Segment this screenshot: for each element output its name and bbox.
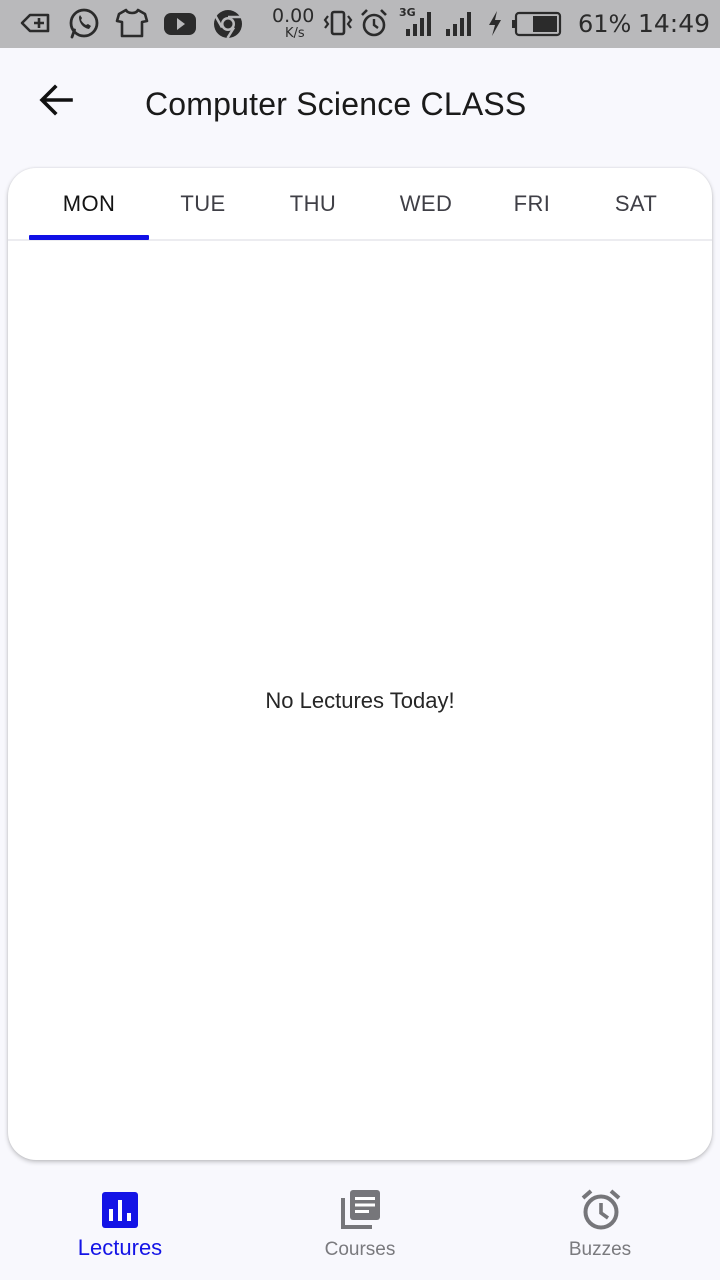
nav-courses[interactable]: Courses — [240, 1168, 480, 1280]
nav-lectures-label: Lectures — [77, 1235, 163, 1260]
tab-mon[interactable]: MON — [28, 168, 150, 239]
active-tab-indicator — [29, 235, 149, 240]
tab-thu[interactable]: THU — [258, 168, 368, 239]
tab-wed[interactable]: WED — [368, 168, 484, 239]
lectures-card: MON TUE THU WED FRI SAT No Lectures Toda… — [8, 168, 712, 1160]
youtube-icon — [162, 6, 198, 45]
battery-percent: 61% — [578, 10, 632, 38]
nav-courses-label: Courses — [324, 1239, 396, 1260]
back-button[interactable] — [28, 74, 84, 130]
tshirt-icon — [114, 6, 150, 45]
alarm-clock-icon — [580, 1188, 621, 1230]
status-bar: 0.00 K/s 3G 61% 14:49 — [0, 0, 720, 48]
signal-icon — [442, 4, 474, 45]
network-speed-unit: K/s — [285, 26, 305, 41]
tab-fri[interactable]: FRI — [484, 168, 580, 239]
whatsapp-icon — [66, 6, 102, 47]
clock-time: 14:49 — [638, 9, 711, 38]
arrow-left-icon — [36, 80, 76, 125]
empty-state-message: No Lectures Today! — [265, 688, 455, 713]
alarm-icon — [358, 6, 390, 45]
vibrate-icon — [322, 6, 354, 45]
chrome-icon — [210, 6, 246, 47]
battery-icon — [508, 6, 564, 45]
bottom-navigation: Lectures Courses Buzzes — [0, 1168, 720, 1280]
svg-text:3G: 3G — [399, 6, 416, 19]
nav-buzzes-label: Buzzes — [568, 1239, 632, 1260]
tab-tue[interactable]: TUE — [148, 168, 258, 239]
signal-3g-icon: 3G — [398, 4, 434, 45]
nav-lectures[interactable]: Lectures — [0, 1168, 240, 1280]
network-speed: 0.00 — [272, 5, 315, 27]
library-books-icon — [340, 1188, 380, 1230]
charging-icon — [484, 6, 506, 45]
nav-buzzes[interactable]: Buzzes — [480, 1168, 720, 1280]
page-title: Computer Science CLASS — [145, 86, 527, 122]
bar-chart-icon — [100, 1188, 140, 1230]
keyboard-backspace-icon — [20, 6, 52, 45]
day-tabs: MON TUE THU WED FRI SAT — [8, 168, 712, 241]
tab-sat[interactable]: SAT — [580, 168, 692, 239]
app-bar: Computer Science CLASS — [0, 48, 720, 160]
